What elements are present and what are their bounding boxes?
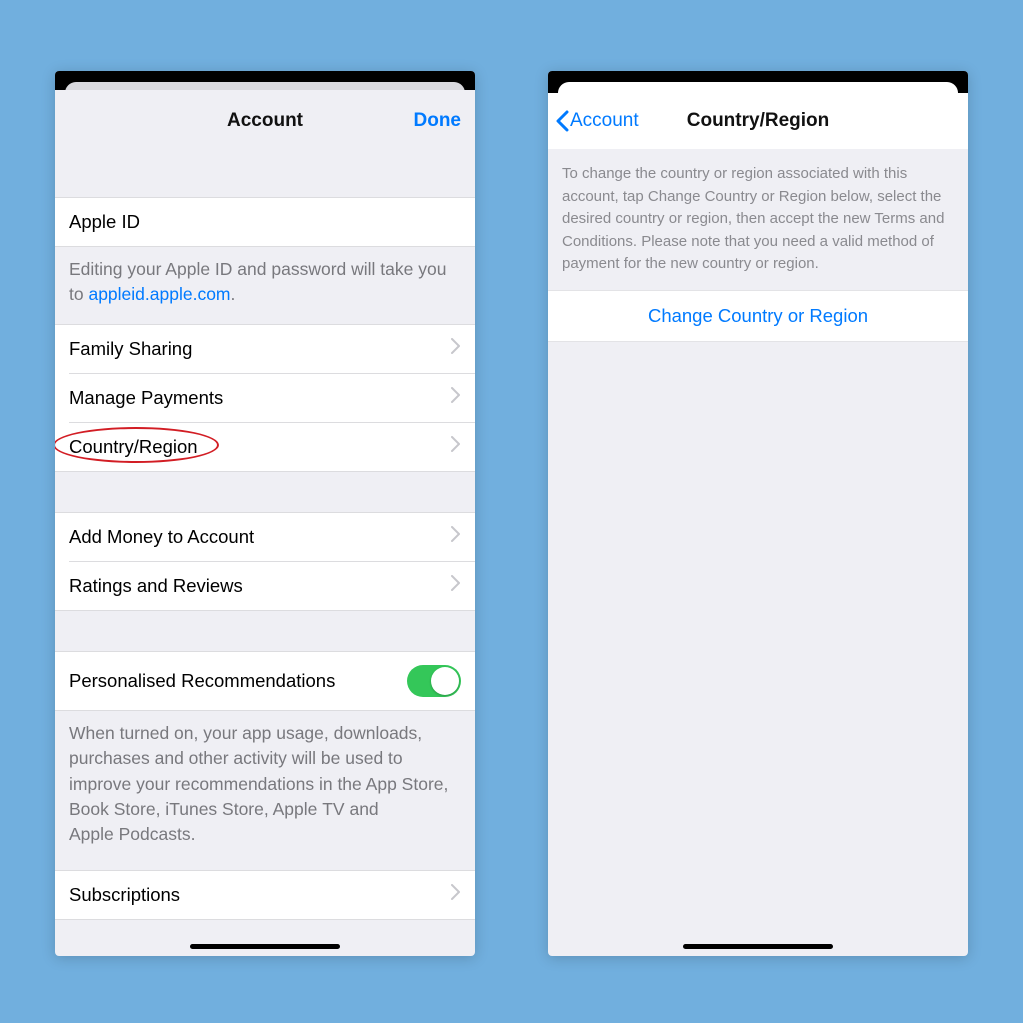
row-label: Subscriptions <box>69 884 180 906</box>
group-account-settings: Family Sharing Manage Payments Country/R… <box>55 324 475 472</box>
navbar-account: Account Done <box>55 93 475 149</box>
phone-top-cap <box>548 71 968 93</box>
apple-id-footer: Editing your Apple ID and password will … <box>55 247 475 324</box>
apple-id-link[interactable]: appleid.apple.com <box>88 284 230 304</box>
row-manage-payments[interactable]: Manage Payments <box>55 374 475 422</box>
chevron-left-icon <box>554 110 570 132</box>
chevron-right-icon <box>451 436 461 457</box>
navbar-country-region: Account Country/Region <box>548 93 968 149</box>
recommendations-footer: When turned on, your app usage, download… <box>55 711 475 864</box>
back-button[interactable]: Account <box>554 110 639 132</box>
row-label: Add Money to Account <box>69 526 254 548</box>
chevron-right-icon <box>451 387 461 408</box>
row-label: Manage Payments <box>69 387 223 409</box>
nav-title: Account <box>227 110 303 132</box>
nav-title: Country/Region <box>687 110 830 132</box>
row-label: Apple ID <box>69 211 140 233</box>
row-label: Family Sharing <box>69 338 192 360</box>
done-button[interactable]: Done <box>414 110 462 132</box>
recommendations-toggle[interactable] <box>407 665 461 697</box>
chevron-right-icon <box>451 526 461 547</box>
row-ratings-reviews[interactable]: Ratings and Reviews <box>55 562 475 610</box>
chevron-right-icon <box>451 575 461 596</box>
back-label: Account <box>570 110 639 132</box>
home-indicator[interactable] <box>683 944 833 949</box>
row-country-region[interactable]: Country/Region <box>55 423 475 471</box>
phone-top-cap <box>55 71 475 93</box>
row-label: Ratings and Reviews <box>69 575 243 597</box>
row-add-money[interactable]: Add Money to Account <box>55 513 475 561</box>
country-region-info: To change the country or region associat… <box>548 149 968 290</box>
phone-account: Account Done Apple ID Editing your Apple… <box>55 71 475 956</box>
row-family-sharing[interactable]: Family Sharing <box>55 325 475 373</box>
row-label: Country/Region <box>69 436 198 458</box>
chevron-right-icon <box>451 338 461 359</box>
phone-country-region: Account Country/Region To change the cou… <box>548 71 968 956</box>
row-subscriptions[interactable]: Subscriptions <box>55 870 475 920</box>
change-country-region-button[interactable]: Change Country or Region <box>548 290 968 342</box>
home-indicator[interactable] <box>190 944 340 949</box>
row-label: Personalised Recommendations <box>69 670 335 692</box>
chevron-right-icon <box>451 884 461 905</box>
row-apple-id[interactable]: Apple ID <box>55 197 475 247</box>
group-money-ratings: Add Money to Account Ratings and Reviews <box>55 512 475 611</box>
row-personalised-recommendations: Personalised Recommendations <box>55 651 475 711</box>
